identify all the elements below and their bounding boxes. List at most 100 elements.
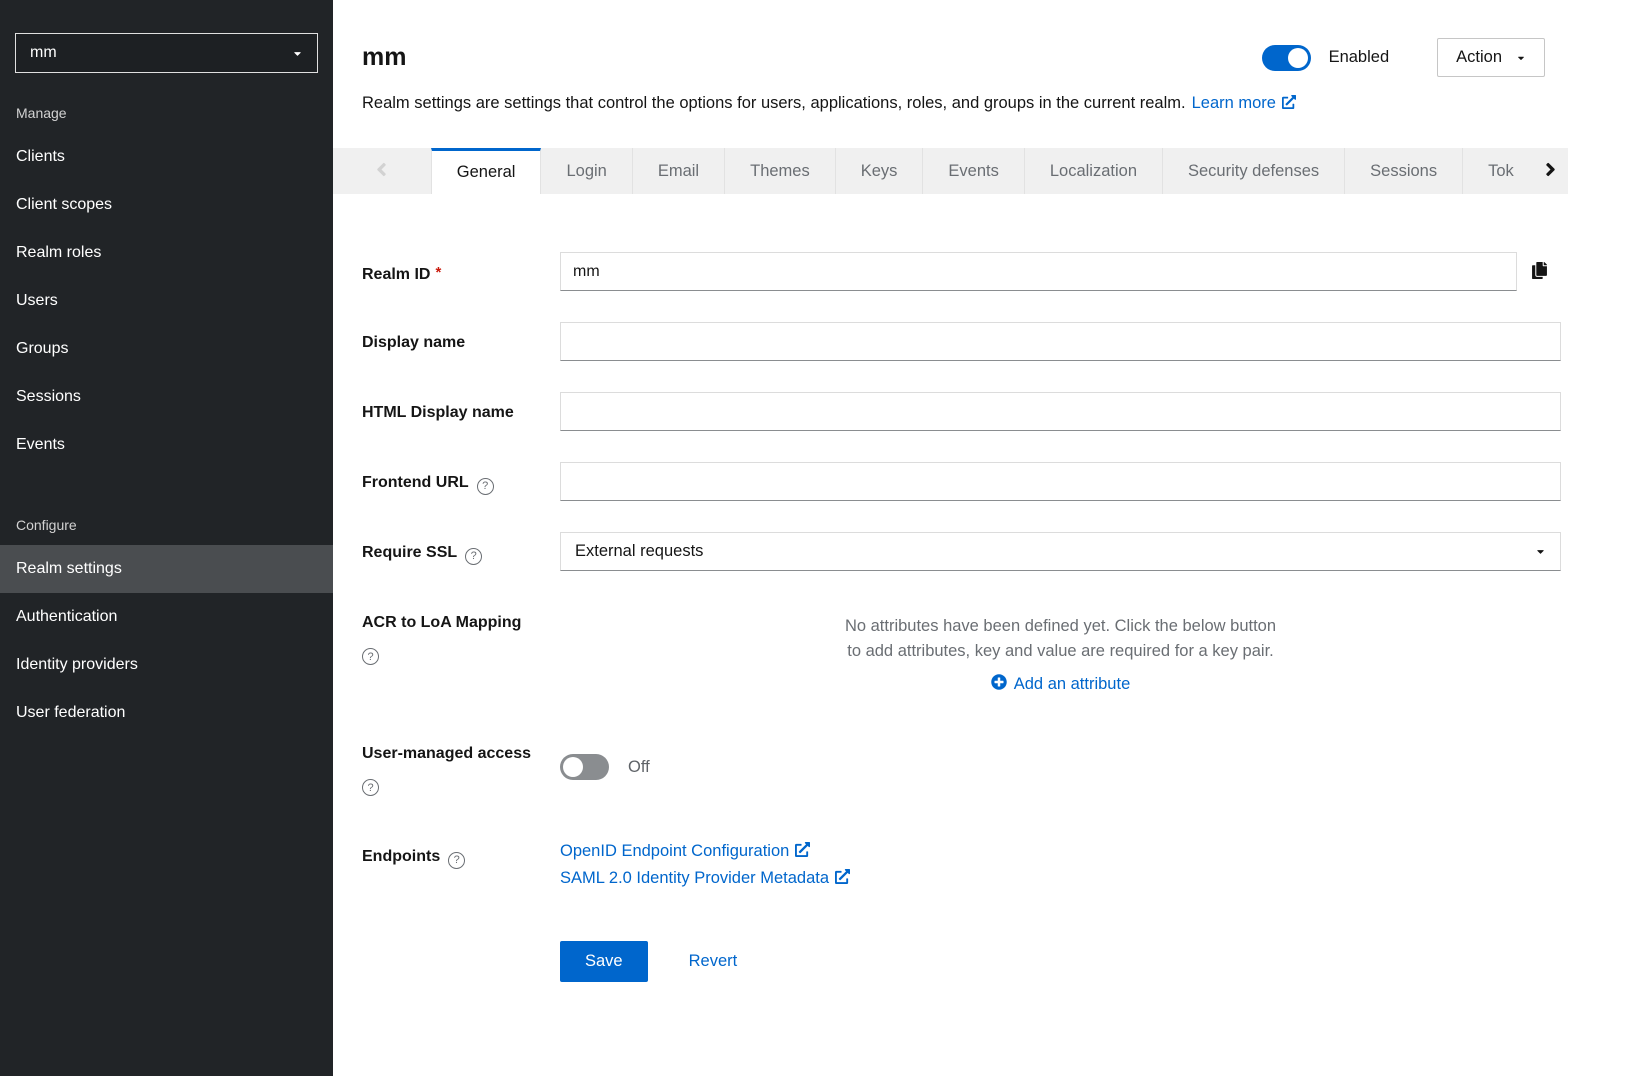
frontend-url-label-text: Frontend URL — [362, 474, 469, 491]
user-managed-access-label: User-managed access ? — [362, 733, 560, 796]
chevron-down-icon — [1516, 53, 1526, 63]
html-display-name-label-text: HTML Display name — [362, 404, 514, 421]
tabs-scroll-right-button[interactable] — [1532, 148, 1568, 194]
user-managed-access-state: Off — [628, 758, 650, 777]
copy-icon — [1531, 262, 1548, 282]
form-row-realm-id: Realm ID * — [362, 252, 1561, 291]
chevron-down-icon — [292, 48, 303, 59]
help-icon[interactable]: ? — [362, 779, 379, 796]
sidebar-item-user-federation[interactable]: User federation — [0, 689, 333, 737]
html-display-name-input[interactable] — [560, 392, 1561, 431]
frontend-url-input[interactable] — [560, 462, 1561, 501]
sidebar-item-client-scopes[interactable]: Client scopes — [0, 181, 333, 229]
plus-circle-icon — [991, 674, 1007, 695]
require-ssl-selected-value: External requests — [575, 542, 703, 561]
help-icon[interactable]: ? — [448, 852, 465, 869]
form-row-endpoints: Endpoints? OpenID Endpoint Configuration… — [362, 836, 1561, 889]
realm-selector-value: mm — [30, 44, 57, 62]
frontend-url-label: Frontend URL? — [362, 462, 560, 501]
endpoints-label-text: Endpoints — [362, 848, 440, 865]
chevron-down-icon — [1535, 546, 1546, 557]
display-name-label-text: Display name — [362, 334, 465, 351]
sidebar-item-realm-roles[interactable]: Realm roles — [0, 229, 333, 277]
openid-endpoint-configuration-link[interactable]: OpenID Endpoint Configuration — [560, 842, 1561, 862]
tabs-scroll-left-button[interactable] — [333, 148, 431, 194]
realm-id-label: Realm ID * — [362, 252, 560, 291]
display-name-label: Display name — [362, 322, 560, 361]
add-attribute-label: Add an attribute — [1014, 675, 1131, 694]
realm-id-label-text: Realm ID — [362, 266, 430, 283]
form-row-acr-loa-mapping: ACR to LoA Mapping ? No attributes have … — [362, 602, 1561, 695]
sidebar-item-clients[interactable]: Clients — [0, 133, 333, 181]
form-actions: Save Revert — [362, 941, 1561, 982]
external-link-icon — [795, 842, 810, 862]
form-row-user-managed-access: User-managed access ? Off — [362, 733, 1561, 796]
display-name-input[interactable] — [560, 322, 1561, 361]
tab-events[interactable]: Events — [923, 148, 1024, 194]
sidebar-item-groups[interactable]: Groups — [0, 325, 333, 373]
form-row-html-display-name: HTML Display name — [362, 392, 1561, 431]
acr-loa-label: ACR to LoA Mapping ? — [362, 602, 560, 695]
tab-email[interactable]: Email — [633, 148, 725, 194]
tab-keys[interactable]: Keys — [836, 148, 924, 194]
save-button[interactable]: Save — [560, 941, 648, 982]
sidebar-item-users[interactable]: Users — [0, 277, 333, 325]
require-ssl-select[interactable]: External requests — [560, 532, 1561, 571]
form-row-frontend-url: Frontend URL? — [362, 462, 1561, 501]
sidebar-section-label-manage: Manage — [0, 95, 333, 133]
user-managed-access-toggle[interactable] — [560, 754, 609, 780]
realm-description: Realm settings are settings that control… — [362, 94, 1186, 112]
toggle-knob — [1288, 48, 1308, 68]
sidebar: mm Manage Clients Client scopes Realm ro… — [0, 0, 333, 1076]
form-row-display-name: Display name — [362, 322, 1561, 361]
enabled-label: Enabled — [1329, 48, 1390, 67]
angle-right-icon — [1544, 159, 1557, 183]
realm-id-input[interactable] — [560, 252, 1517, 291]
realm-enabled-toggle[interactable] — [1262, 45, 1311, 71]
main-content: mm Enabled Action Realm settings are set… — [333, 0, 1645, 1076]
html-display-name-label: HTML Display name — [362, 392, 560, 431]
tab-sessions[interactable]: Sessions — [1345, 148, 1463, 194]
tab-themes[interactable]: Themes — [725, 148, 836, 194]
acr-empty-state: No attributes have been defined yet. Cli… — [560, 602, 1561, 695]
endpoints-label: Endpoints? — [362, 836, 560, 889]
openid-endpoint-link-text: OpenID Endpoint Configuration — [560, 842, 789, 860]
sidebar-item-events[interactable]: Events — [0, 421, 333, 469]
sidebar-item-realm-settings[interactable]: Realm settings — [0, 545, 333, 593]
angle-left-icon — [375, 159, 388, 183]
add-attribute-button[interactable]: Add an attribute — [991, 674, 1131, 695]
page-title: mm — [362, 43, 406, 72]
help-icon[interactable]: ? — [362, 648, 379, 665]
sidebar-item-authentication[interactable]: Authentication — [0, 593, 333, 641]
external-link-icon — [1282, 92, 1296, 116]
revert-button[interactable]: Revert — [689, 952, 738, 971]
required-asterisk: * — [435, 264, 441, 281]
tab-bar: General Login Email Themes Keys Events L… — [333, 148, 1568, 194]
sidebar-item-sessions[interactable]: Sessions — [0, 373, 333, 421]
sidebar-section-configure: Configure Realm settings Authentication … — [0, 507, 333, 737]
help-icon[interactable]: ? — [465, 548, 482, 565]
copy-button[interactable] — [1517, 252, 1561, 291]
saml-metadata-link-text: SAML 2.0 Identity Provider Metadata — [560, 869, 829, 887]
tab-general[interactable]: General — [431, 148, 542, 194]
realm-selector-dropdown[interactable]: mm — [15, 33, 318, 73]
page-header: mm Enabled Action Realm settings are set… — [333, 0, 1645, 116]
tab-security-defenses[interactable]: Security defenses — [1163, 148, 1345, 194]
require-ssl-label: Require SSL? — [362, 532, 560, 571]
sidebar-section-manage: Manage Clients Client scopes Realm roles… — [0, 95, 333, 469]
user-managed-access-label-text: User-managed access — [362, 745, 531, 762]
learn-more-link[interactable]: Learn more — [1192, 94, 1296, 112]
learn-more-text: Learn more — [1192, 94, 1276, 112]
help-icon[interactable]: ? — [477, 478, 494, 495]
acr-loa-label-text: ACR to LoA Mapping — [362, 614, 521, 631]
sidebar-item-identity-providers[interactable]: Identity providers — [0, 641, 333, 689]
acr-empty-text: No attributes have been defined yet. Cli… — [837, 614, 1285, 664]
tab-localization[interactable]: Localization — [1025, 148, 1163, 194]
tab-login[interactable]: Login — [541, 148, 632, 194]
actions-spacer — [362, 957, 560, 967]
form-row-require-ssl: Require SSL? External requests — [362, 532, 1561, 571]
tab-tokens[interactable]: Tok — [1463, 148, 1532, 194]
toggle-knob — [563, 757, 583, 777]
saml-metadata-link[interactable]: SAML 2.0 Identity Provider Metadata — [560, 869, 1561, 889]
action-dropdown-button[interactable]: Action — [1437, 38, 1545, 77]
